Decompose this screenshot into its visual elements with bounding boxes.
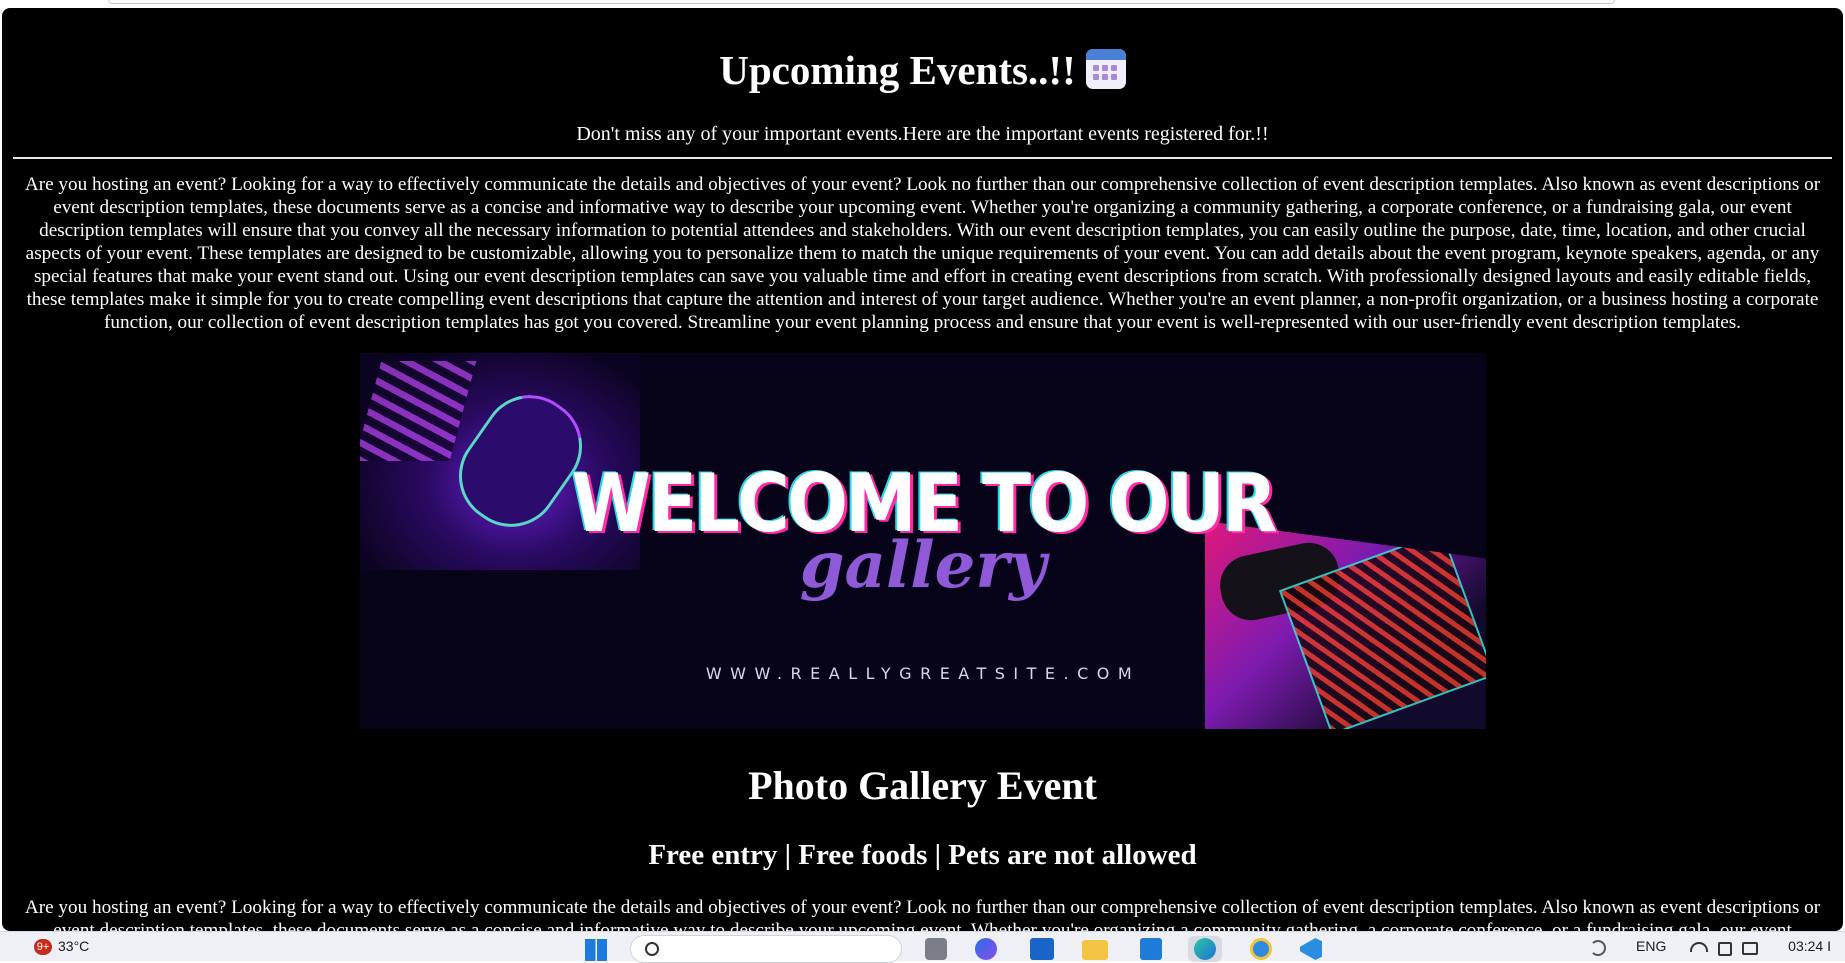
event-title: Photo Gallery Event <box>748 763 1097 808</box>
app-icon-1[interactable] <box>925 938 947 960</box>
keyboard-photo-detail <box>360 361 477 461</box>
banner-script-text: gallery <box>799 528 1047 603</box>
vscode-icon[interactable] <box>1300 938 1322 960</box>
calendar-icon <box>1085 49 1126 89</box>
start-icon[interactable] <box>585 939 607 961</box>
gallery-banner-image: WELCOME TO OUR gallery WWW.REALLYGREATSI… <box>360 353 1486 729</box>
weather-widget[interactable]: 9+ 33°C <box>34 938 89 955</box>
page-title: Upcoming Events..!! <box>2 46 1843 94</box>
chrome-icon[interactable] <box>1250 938 1272 960</box>
page-title-text: Upcoming Events..!! <box>719 47 1076 93</box>
app-icon-2[interactable] <box>1140 938 1162 960</box>
temperature: 33°C <box>58 938 90 954</box>
volume-icon[interactable] <box>1718 942 1732 956</box>
edge-icon[interactable] <box>1188 936 1222 962</box>
windows-taskbar: 9+ 33°C ENG 03:24 I <box>0 931 1845 963</box>
language-indicator[interactable]: ENG <box>1636 938 1666 954</box>
search-icon <box>645 942 659 956</box>
copilot-icon[interactable] <box>975 938 997 960</box>
page-subtitle: Don't miss any of your important events.… <box>576 123 1269 145</box>
battery-icon[interactable] <box>1742 942 1758 955</box>
notification-badge: 9+ <box>34 939 52 955</box>
tray-arrow-icon[interactable] <box>1590 940 1606 956</box>
browser-top-edge <box>0 0 1845 8</box>
clock[interactable]: 03:24 I <box>1788 938 1831 954</box>
divider <box>13 157 1832 159</box>
taskbar-search[interactable] <box>630 935 902 963</box>
event-description: Are you hosting an event? Looking for a … <box>24 897 1821 931</box>
wifi-icon[interactable] <box>1690 942 1708 952</box>
address-bar-edge[interactable] <box>108 0 1615 4</box>
banner-website: WWW.REALLYGREATSITE.COM <box>705 664 1141 683</box>
event-page: Upcoming Events..!! Don't miss any of yo… <box>2 8 1843 931</box>
intro-paragraph: Are you hosting an event? Looking for a … <box>24 174 1821 333</box>
folder-icon[interactable] <box>1082 940 1108 960</box>
store-icon[interactable] <box>1030 938 1054 960</box>
event-details: Free entry | Free foods | Pets are not a… <box>648 839 1197 871</box>
